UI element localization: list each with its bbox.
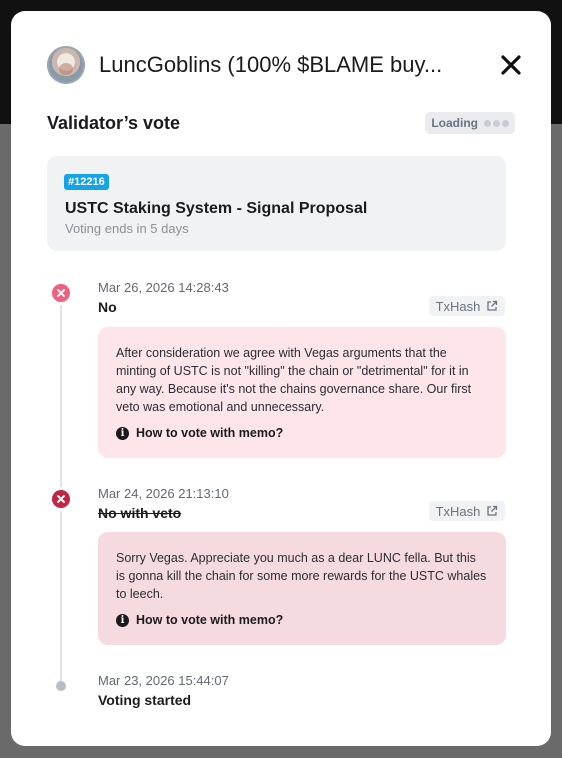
vote-date: Mar 23, 2026 15:44:07 xyxy=(98,673,229,688)
memo-help-label: How to vote with memo? xyxy=(136,426,284,440)
vote-date: Mar 24, 2026 21:13:10 xyxy=(98,486,229,501)
proposal-card[interactable]: #12216 USTC Staking System - Signal Prop… xyxy=(47,156,506,251)
dot-icon xyxy=(56,681,66,691)
info-icon: i xyxy=(116,613,129,627)
loading-badge: Loading xyxy=(425,112,515,134)
vote-option: No xyxy=(98,299,117,315)
txhash-link[interactable]: TxHash xyxy=(429,296,505,316)
txhash-label: TxHash xyxy=(435,298,481,314)
memo-help-link[interactable]: i How to vote with memo? xyxy=(116,426,488,440)
vote-memo: Sorry Vegas. Appreciate you much as a de… xyxy=(98,532,506,645)
vote-memo: After consideration we agree with Vegas … xyxy=(98,327,506,458)
memo-help-link[interactable]: i How to vote with memo? xyxy=(116,613,488,627)
txhash-label: TxHash xyxy=(435,503,481,519)
info-icon: i xyxy=(116,426,129,440)
x-icon xyxy=(57,495,65,503)
loading-label: Loading xyxy=(431,116,478,130)
vote-date: Mar 26, 2026 14:28:43 xyxy=(98,280,229,295)
voting-started-label: Voting started xyxy=(98,692,192,708)
txhash-link[interactable]: TxHash xyxy=(429,501,505,521)
memo-text: Sorry Vegas. Appreciate you much as a de… xyxy=(116,551,487,601)
vote-no-marker xyxy=(52,284,70,302)
x-icon xyxy=(57,289,65,297)
memo-help-label: How to vote with memo? xyxy=(136,613,284,627)
section-title: Validator’s vote xyxy=(47,113,181,133)
vote-veto-marker xyxy=(52,490,70,508)
proposal-title: USTC Staking System - Signal Proposal xyxy=(65,200,368,217)
proposal-id-badge: #12216 xyxy=(64,174,109,190)
validator-vote-modal: LuncGoblins (100% $BLAME buy... Validato… xyxy=(11,11,551,746)
close-icon xyxy=(501,55,521,75)
validator-avatar xyxy=(47,46,85,84)
proposal-deadline: Voting ends in 5 days xyxy=(65,221,189,236)
validator-vote-header: Validator’s vote Loading xyxy=(47,111,515,135)
loading-dots-icon xyxy=(484,119,509,127)
modal-header: LuncGoblins (100% $BLAME buy... xyxy=(47,45,521,85)
memo-text: After consideration we agree with Vegas … xyxy=(116,346,472,414)
validator-name: LuncGoblins (100% $BLAME buy... xyxy=(99,52,443,77)
vote-option: No with veto xyxy=(98,505,182,521)
close-button[interactable] xyxy=(497,51,525,79)
external-link-icon xyxy=(487,505,498,516)
external-link-icon xyxy=(487,300,498,311)
